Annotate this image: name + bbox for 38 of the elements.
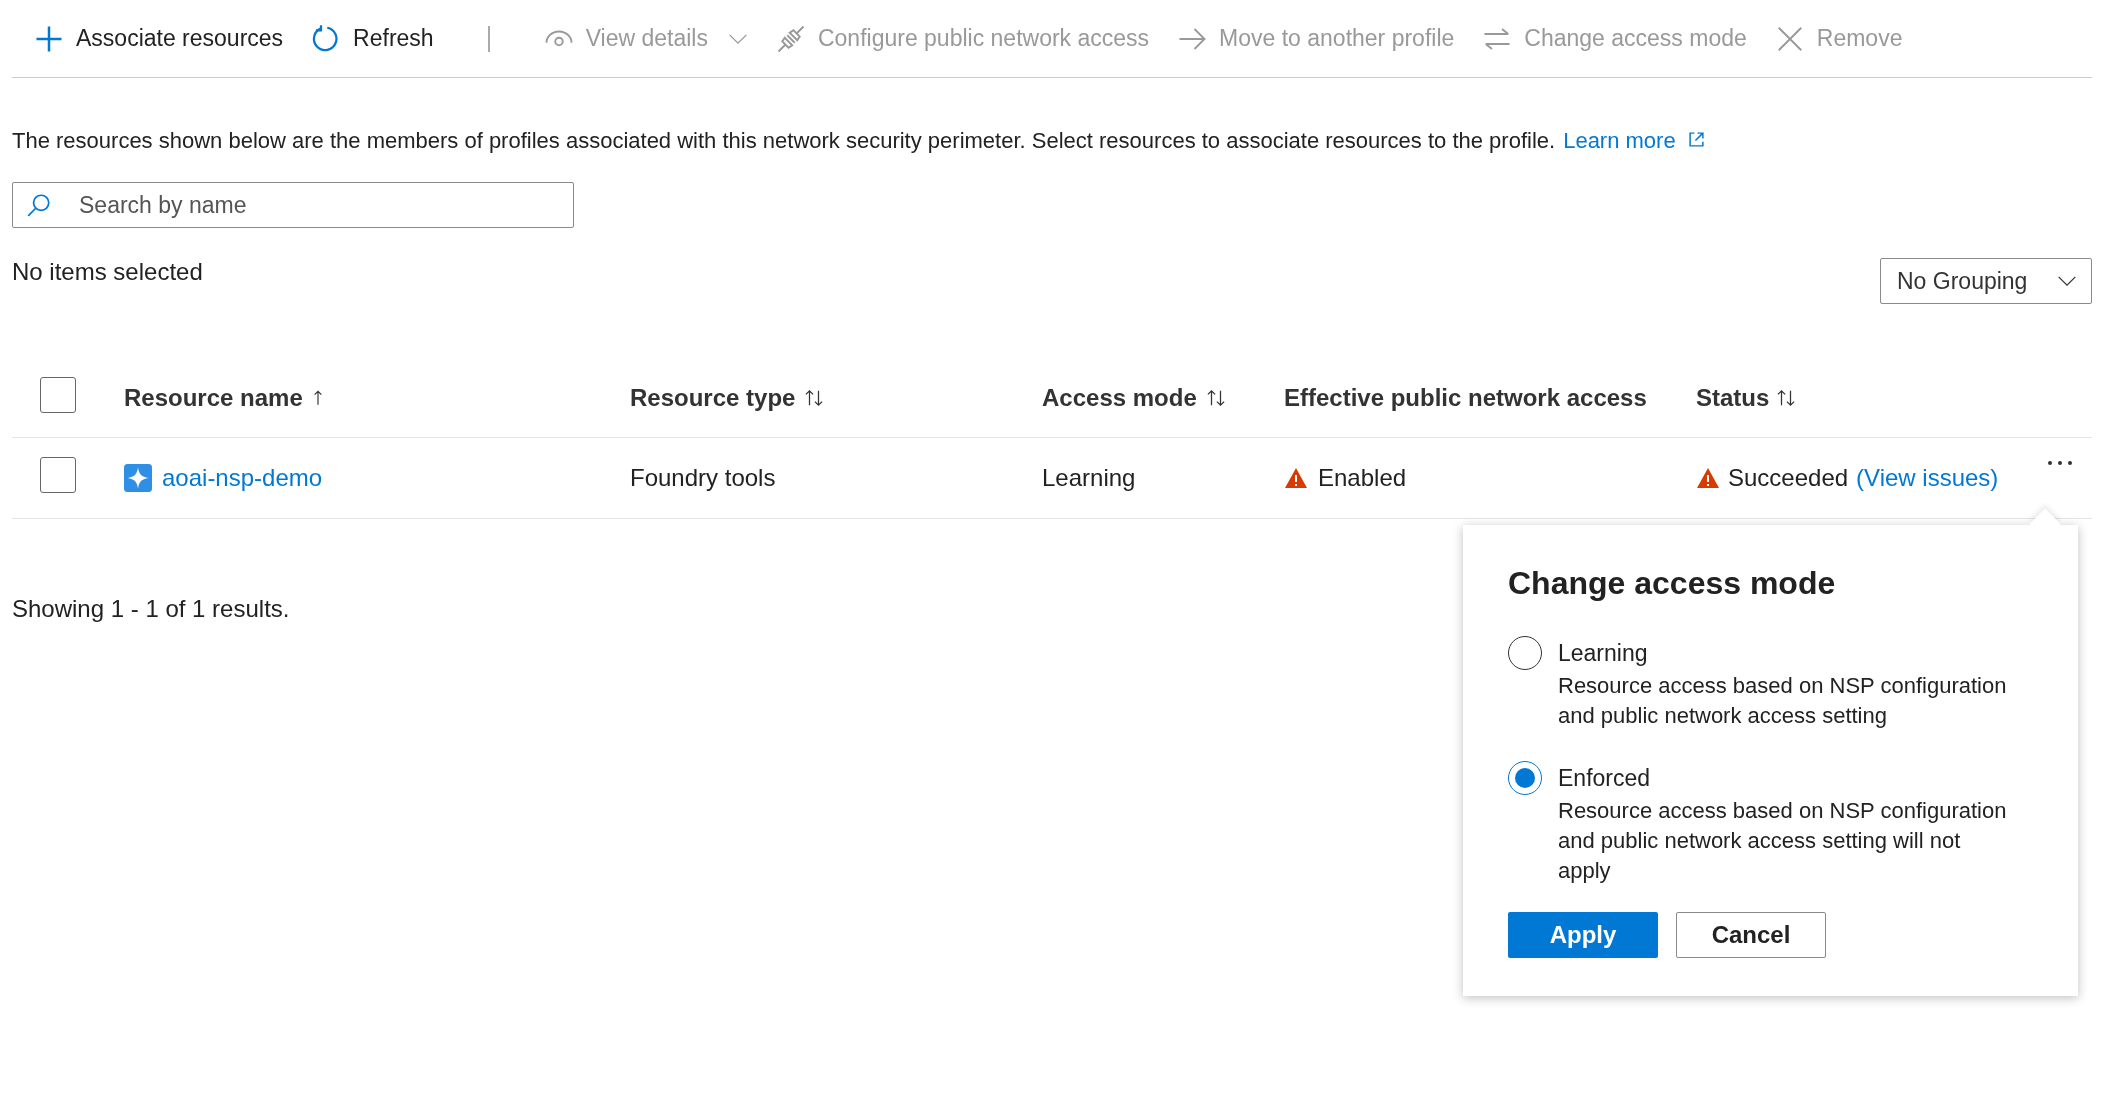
column-header[interactable]: Resource type [630, 384, 796, 412]
option-description: Resource access based on NSP configuration and public network access setting [1558, 672, 2008, 730]
table-cell: Enabled [1318, 464, 1407, 492]
learn-more-link[interactable]: Learn more [1563, 128, 1705, 154]
popup-title: Change access mode [1508, 565, 1837, 602]
table-cell: Learning [1042, 464, 1136, 492]
resource-link[interactable]: aoai-nsp-demo [162, 464, 323, 492]
sort-ascending-icon [312, 388, 323, 408]
search-field[interactable]: Search by name [12, 182, 574, 228]
view-issues-link[interactable]: (View issues) [1856, 464, 1999, 492]
plug-icon [775, 23, 806, 54]
column-header[interactable]: Resource name [124, 384, 303, 412]
sort-icon [805, 388, 824, 408]
column-header[interactable]: Effective public network access [1284, 384, 1647, 412]
sort-icon [1777, 388, 1796, 408]
table-cell: Succeeded [1728, 464, 1849, 492]
select-all-checkbox[interactable] [40, 377, 76, 413]
column-header[interactable]: Status [1696, 384, 1770, 412]
grouping-dropdown[interactable]: No Grouping [1880, 258, 2092, 304]
external-link-icon [1687, 131, 1705, 148]
row-checkbox[interactable] [40, 457, 76, 493]
results-count: Showing 1 - 1 of 1 results. [12, 595, 291, 623]
selection-status: No items selected [12, 258, 203, 286]
sparkle-icon [124, 464, 152, 492]
toolbar-button[interactable]: Associate resources [24, 17, 298, 60]
option-label: Enforced [1558, 765, 1652, 792]
description-text: The resources shown below are the members of profiles associated with this network security perimeter. Select resources to associate resources to the profile. [12, 128, 1556, 154]
toolbar-button[interactable]: Refresh [301, 17, 448, 60]
column-header[interactable]: Access mode [1042, 384, 1197, 412]
more-options-icon[interactable] [2047, 460, 2073, 466]
sort-icon [1206, 388, 1225, 408]
chevron-down-icon [2057, 275, 2077, 287]
option-label: Learning [1558, 640, 1649, 667]
search-icon [26, 192, 52, 218]
option-description: Resource access based on NSP configuration and public network access setting will not apply [1558, 797, 2008, 885]
apply-button[interactable]: Apply [1508, 912, 1658, 958]
cancel-button[interactable]: Cancel [1676, 912, 1826, 958]
table-cell: Foundry tools [630, 464, 776, 492]
